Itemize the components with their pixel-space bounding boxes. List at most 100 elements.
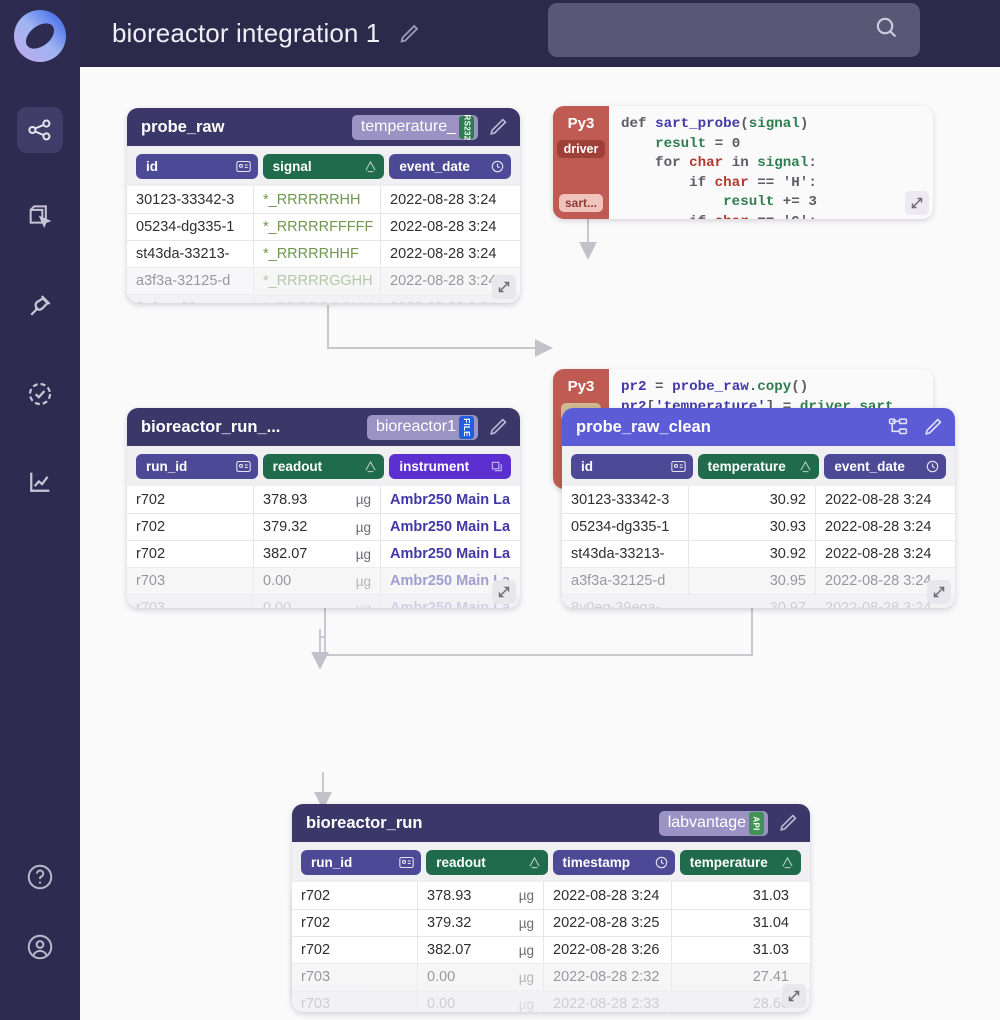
column-header[interactable]: signal (262, 154, 385, 179)
table-row[interactable]: 8y0eg-39ega- *_RRRRRGGHH 2022-08-28 3:24 (127, 294, 520, 303)
id-card-icon (670, 460, 686, 473)
table-row[interactable]: r702 379.32 µg Ambr250 Main La (127, 513, 520, 540)
table-row[interactable]: r702 382.07 µg Ambr250 Main La (127, 540, 520, 567)
source-chip[interactable]: bioreactor1 FILE (366, 414, 478, 440)
resize-handle[interactable] (492, 580, 516, 604)
resize-handle[interactable] (492, 275, 516, 299)
node-title: probe_raw (141, 117, 225, 136)
source-chip[interactable]: labvantage API (658, 810, 768, 836)
sidebar-item-graph-view[interactable] (17, 107, 63, 153)
node-bioreactor-run-results[interactable]: bioreactor_run_... bioreactor1 FILE run_… (127, 408, 520, 608)
cell: r702 (127, 541, 254, 567)
column-header[interactable]: event_date (824, 454, 947, 479)
table-row[interactable]: st43da-33213- 30.92 2022-08-28 3:24 (562, 540, 955, 567)
clock-icon (926, 460, 939, 473)
cell: 2022-08-28 3:24 (825, 491, 932, 508)
column-header[interactable]: readout (262, 454, 385, 479)
id-card-icon (235, 460, 251, 473)
source-badge: RS232 (459, 115, 474, 140)
sitemap-icon[interactable] (888, 417, 909, 438)
chart-line-icon (26, 468, 54, 496)
cell: Ambr250 Main La (390, 491, 511, 508)
table-row[interactable]: 05234-dg335-1 *_RRRRRFFFFF 2022-08-28 3:… (127, 213, 520, 240)
column-header[interactable]: run_id (136, 454, 258, 479)
cell: 30123-33342-3 (127, 186, 254, 213)
table-row[interactable]: 30123-33342-3 30.92 2022-08-28 3:24 (562, 486, 955, 513)
cell: 05234-dg335-1 (127, 214, 254, 240)
table-row[interactable]: a3f3a-32125-d *_RRRRRGGHH 2022-08-28 3:2… (127, 267, 520, 294)
pencil-icon[interactable] (486, 415, 510, 439)
table-row[interactable]: r703 0.00 µg Ambr250 Main La (127, 594, 520, 608)
search-icon (873, 14, 900, 46)
column-header[interactable]: id (136, 154, 258, 179)
table-row[interactable]: r703 0.00 µg 2022-08-28 2:33 28.60 (292, 990, 810, 1012)
pencil-icon[interactable] (486, 115, 510, 139)
cell: 30.95 (689, 568, 816, 594)
table-row[interactable]: r703 0.00 µg Ambr250 Main La (127, 567, 520, 594)
cell: 30.97 (689, 595, 816, 608)
cell: *_RRRRRFFFFF (254, 214, 381, 240)
code-lang: Py3 (567, 378, 595, 395)
cell: r702 (292, 882, 418, 909)
clock-icon (655, 856, 668, 869)
sidebar-item-connections[interactable] (17, 283, 63, 329)
pencil-icon[interactable] (776, 811, 800, 835)
cell: a3f3a-32125-d (562, 568, 689, 594)
column-header[interactable]: run_id (301, 850, 422, 875)
node-probe-raw[interactable]: probe_raw temperature_ RS232 id signal e… (127, 108, 520, 303)
column-header[interactable]: temperature (679, 850, 801, 875)
table-row[interactable]: a3f3a-32125-d 30.95 2022-08-28 3:24 (562, 567, 955, 594)
column-header[interactable]: event_date (389, 154, 512, 179)
pencil-icon[interactable] (921, 415, 945, 439)
app-logo[interactable] (12, 8, 68, 69)
resize-handle[interactable] (927, 580, 951, 604)
cell: 2022-08-28 3:24 (390, 246, 497, 262)
text-type-icon (781, 856, 794, 869)
text-type-icon (799, 460, 812, 473)
table-row[interactable]: 8y0eg-39ega- 30.97 2022-08-28 3:24 (562, 594, 955, 608)
search-input[interactable] (548, 3, 920, 57)
column-header[interactable]: id (571, 454, 693, 479)
node-body: run_id readout (292, 842, 810, 1012)
table-row[interactable]: 30123-33342-3 *_RRRRRRHH 2022-08-28 3:24 (127, 186, 520, 213)
source-chip[interactable]: temperature_ RS232 (351, 114, 478, 140)
cell: 2022-08-28 3:25 (544, 910, 672, 936)
graph-canvas[interactable]: probe_raw temperature_ RS232 id signal e… (80, 67, 1000, 1020)
sidebar-item-help[interactable] (17, 854, 63, 900)
cell: 0.00 µg (418, 991, 544, 1012)
node-probe-raw-clean[interactable]: probe_raw_clean id temperature event_dat… (562, 408, 955, 608)
source-label: bioreactor1 (375, 418, 456, 435)
resize-handle[interactable] (905, 191, 929, 215)
cell: Ambr250 Main La (390, 519, 511, 535)
table-row[interactable]: 05234-dg335-1 30.93 2022-08-28 3:24 (562, 513, 955, 540)
sidebar-item-datasets[interactable] (17, 195, 63, 241)
text-type-icon (364, 160, 377, 173)
table-row[interactable]: st43da-33213- *_RRRRRHHF 2022-08-28 3:24 (127, 240, 520, 267)
cell: 8y0eg-39ega- (562, 595, 689, 608)
sidebar-item-runs[interactable] (17, 371, 63, 417)
column-header[interactable]: timestamp (552, 850, 675, 875)
table-row[interactable]: r702 378.93 µg Ambr250 Main La (127, 486, 520, 513)
node-bioreactor-run[interactable]: bioreactor_run labvantage API run_id rea… (292, 804, 810, 1012)
code-tab: Py3 driver sart... (553, 106, 609, 219)
column-header[interactable]: instrument (389, 454, 512, 479)
table-row[interactable]: r702 378.93 µg 2022-08-28 3:24 31.03 (292, 882, 810, 909)
column-header[interactable]: readout (426, 850, 548, 875)
data-grid: r702 378.93 µg Ambr250 Main La r702 379.3… (127, 486, 520, 608)
node-body: run_id readout (127, 446, 520, 608)
cell: r703 (292, 991, 418, 1012)
resize-handle[interactable] (782, 984, 806, 1008)
table-row[interactable]: r702 382.07 µg 2022-08-28 3:26 31.03 (292, 936, 810, 963)
cell: 2022-08-28 3:26 (544, 937, 672, 963)
code-source[interactable]: def sart_probe(signal) result = 0 for ch… (609, 106, 933, 219)
column-header[interactable]: temperature (697, 454, 820, 479)
cell: 28.60 (752, 996, 789, 1012)
node-sart-probe-code[interactable]: Py3 driver sart... def sart_probe(signal… (553, 106, 933, 219)
cell: a3f3a-32125-d (127, 268, 254, 294)
sidebar-item-metrics[interactable] (17, 459, 63, 505)
table-row[interactable]: r702 379.32 µg 2022-08-28 3:25 31.04 (292, 909, 810, 936)
pencil-icon[interactable] (396, 21, 422, 47)
sidebar-item-account[interactable] (17, 924, 63, 970)
table-row[interactable]: r703 0.00 µg 2022-08-28 2:32 27.41 (292, 963, 810, 990)
cell: r703 (292, 964, 418, 990)
